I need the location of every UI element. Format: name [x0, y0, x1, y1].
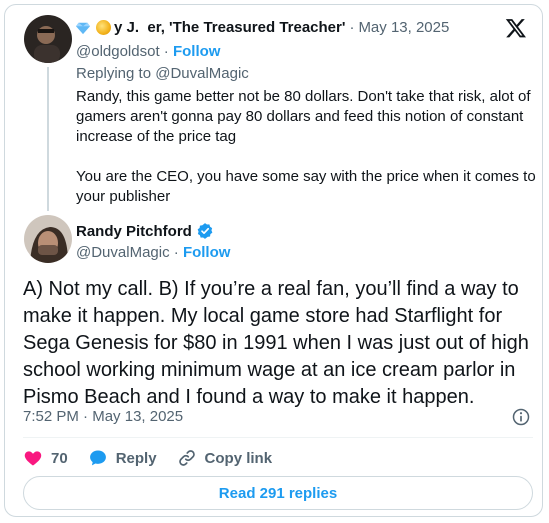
- read-replies-button[interactable]: Read 291 replies: [23, 476, 533, 510]
- x-logo-icon[interactable]: [505, 17, 527, 39]
- tweet-time: 7:52 PM: [23, 408, 79, 425]
- avatar-reply-author[interactable]: [24, 15, 72, 63]
- main-author-name[interactable]: Randy Pitchford: [76, 223, 192, 240]
- replying-to-line: Replying to @DuvalMagic: [76, 65, 249, 82]
- reply-author-display-name: y J. er, 'The Treasured Treacher': [114, 19, 346, 36]
- main-handle-row: @DuvalMagic · Follow: [76, 244, 230, 261]
- separator-dot: ·: [163, 43, 173, 60]
- like-button[interactable]: 70: [23, 448, 68, 468]
- info-icon[interactable]: [511, 407, 531, 427]
- reply-tweet-text: Randy, this game better not be 80 dollar…: [76, 88, 536, 205]
- reply-author-row: y J. er, 'The Treasured Treacher' · May …: [76, 19, 449, 36]
- follow-button-main-author[interactable]: Follow: [183, 244, 231, 261]
- separator-dot: ·: [349, 19, 355, 36]
- coin-icon: [96, 20, 111, 35]
- embedded-tweet-card: y J. er, 'The Treasured Treacher' · May …: [4, 4, 543, 517]
- reply-button[interactable]: Reply: [88, 448, 157, 468]
- heart-icon: [24, 451, 42, 466]
- action-bar: 70 Reply Copy link: [23, 446, 292, 470]
- replying-to-prefix: Replying to: [76, 65, 152, 82]
- copy-link-button[interactable]: Copy link: [177, 448, 273, 468]
- separator-dot: ·: [173, 244, 183, 261]
- link-icon: [178, 450, 195, 466]
- tweet-date: May 13, 2025: [92, 408, 184, 425]
- replying-to-handle[interactable]: @DuvalMagic: [155, 65, 249, 82]
- like-count: 70: [51, 449, 68, 467]
- avatar-main-author[interactable]: [24, 215, 72, 263]
- reply-author-name[interactable]: y J. er, 'The Treasured Treacher': [76, 19, 345, 36]
- copy-link-label: Copy link: [204, 449, 273, 467]
- reply-bubble-icon: [89, 450, 106, 466]
- main-author-row: Randy Pitchford: [76, 222, 214, 240]
- reply-date[interactable]: May 13, 2025: [358, 19, 449, 36]
- main-handle[interactable]: @DuvalMagic: [76, 244, 170, 261]
- reply-label: Reply: [115, 449, 157, 467]
- gem-icon: [76, 22, 90, 34]
- divider: [23, 437, 533, 438]
- follow-button-reply-author[interactable]: Follow: [173, 43, 221, 60]
- thread-connector-line: [47, 67, 49, 211]
- verified-badge-icon: [197, 223, 213, 239]
- read-replies-label: Read 291 replies: [218, 484, 338, 502]
- reply-handle-row: @oldgoldsot · Follow: [76, 43, 220, 60]
- main-tweet-text: A) Not my call. B) If you’re a real fan,…: [23, 278, 529, 408]
- reply-handle[interactable]: @oldgoldsot: [76, 43, 160, 60]
- separator-dot: ·: [83, 408, 93, 425]
- timestamp-row[interactable]: 7:52 PM · May 13, 2025: [23, 408, 183, 425]
